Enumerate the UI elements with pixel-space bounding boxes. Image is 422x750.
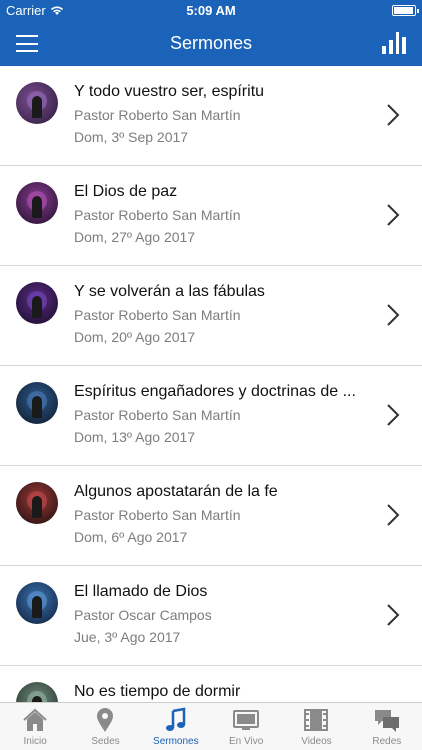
bar-chart-icon[interactable]: [382, 32, 406, 54]
sermon-title: El Dios de paz: [74, 183, 178, 200]
sermon-title: No es tiempo de dormir: [74, 683, 241, 700]
battery-icon: [392, 5, 419, 16]
tab-label: Sermones: [153, 736, 199, 747]
tab-label: En Vivo: [229, 736, 264, 747]
sermon-date: Dom, 13º Ago 2017: [74, 429, 196, 445]
sermon-thumbnail: [16, 582, 58, 624]
sermon-pastor: Pastor Roberto San Martín: [74, 107, 241, 123]
sermon-pastor: Pastor Roberto San Martín: [74, 307, 241, 323]
sermon-row[interactable]: Y se volverán a las fábulas Pastor Rober…: [0, 266, 422, 366]
chat-bubbles-icon: [374, 710, 399, 732]
tab-bar: Inicio Sedes Sermones En Vivo Videos Red…: [0, 702, 422, 750]
sermon-pastor: Pastor Roberto San Martín: [74, 207, 241, 223]
sermon-row[interactable]: El llamado de Dios Pastor Oscar Campos J…: [0, 566, 422, 666]
tab-redes[interactable]: Redes: [352, 703, 422, 750]
sermon-title: Espíritus engañadores y doctrinas de ...: [74, 383, 356, 400]
tab-sermones[interactable]: Sermones: [141, 703, 211, 750]
sermon-thumbnail: [16, 182, 58, 224]
chevron-right-icon: [387, 604, 400, 626]
sermon-list[interactable]: Y todo vuestro ser, espíritu Pastor Robe…: [0, 66, 422, 702]
sermon-title: Algunos apostatarán de la fe: [74, 483, 278, 500]
chevron-right-icon: [387, 204, 400, 226]
sermon-thumbnail: [16, 682, 58, 702]
sermon-row[interactable]: Algunos apostatarán de la fe Pastor Robe…: [0, 466, 422, 566]
sermon-row[interactable]: El Dios de paz Pastor Roberto San Martín…: [0, 166, 422, 266]
sermon-thumbnail: [16, 482, 58, 524]
tab-label: Redes: [372, 736, 402, 747]
tab-en-vivo[interactable]: En Vivo: [211, 703, 281, 750]
status-bar: Carrier 5:09 AM: [0, 0, 422, 20]
tab-inicio[interactable]: Inicio: [0, 703, 70, 750]
tab-videos[interactable]: Videos: [281, 703, 351, 750]
sermon-thumbnail: [16, 82, 58, 124]
film-icon: [304, 709, 329, 731]
tab-sedes[interactable]: Sedes: [70, 703, 140, 750]
sermon-pastor: Pastor Oscar Campos: [74, 607, 212, 623]
sermon-date: Dom, 20º Ago 2017: [74, 329, 196, 345]
tv-icon: [233, 710, 260, 730]
nav-bar: Sermones: [0, 20, 422, 66]
tab-label: Sedes: [91, 736, 120, 747]
tab-label: Inicio: [23, 736, 47, 747]
sermon-pastor: Pastor Roberto San Martín: [74, 407, 241, 423]
sermon-thumbnail: [16, 382, 58, 424]
sermon-row[interactable]: Espíritus engañadores y doctrinas de ...…: [0, 366, 422, 466]
sermon-title: Y se volverán a las fábulas: [74, 283, 265, 300]
sermon-date: Dom, 6º Ago 2017: [74, 529, 188, 545]
location-pin-icon: [97, 708, 114, 732]
tab-label: Videos: [301, 736, 332, 747]
sermon-thumbnail: [16, 282, 58, 324]
sermon-row[interactable]: No es tiempo de dormir: [0, 666, 422, 702]
sermon-date: Dom, 27º Ago 2017: [74, 229, 196, 245]
sermon-row[interactable]: Y todo vuestro ser, espíritu Pastor Robe…: [0, 66, 422, 166]
chevron-right-icon: [387, 404, 400, 426]
home-icon: [23, 708, 47, 731]
sermon-title: Y todo vuestro ser, espíritu: [74, 83, 265, 100]
chevron-right-icon: [387, 304, 400, 326]
sermon-date: Dom, 3º Sep 2017: [74, 129, 189, 145]
sermon-date: Jue, 3º Ago 2017: [74, 629, 181, 645]
sermon-pastor: Pastor Roberto San Martín: [74, 507, 241, 523]
sermon-title: El llamado de Dios: [74, 583, 208, 600]
page-title: Sermones: [169, 33, 253, 53]
chevron-right-icon: [387, 504, 400, 526]
chevron-right-icon: [387, 104, 400, 126]
music-note-icon: [165, 707, 186, 731]
clock: 5:09 AM: [186, 3, 236, 18]
